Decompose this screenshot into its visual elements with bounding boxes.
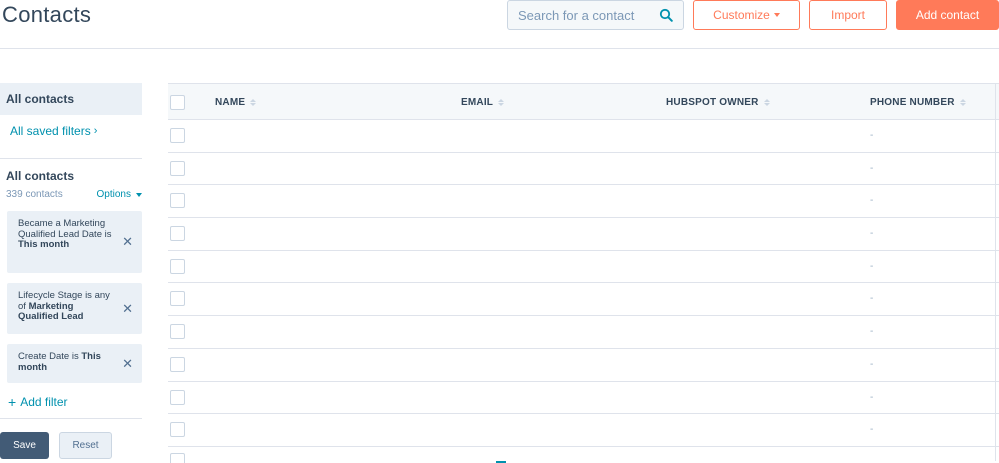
- cell-phone: -: [870, 293, 874, 305]
- row-checkbox[interactable]: [170, 128, 185, 143]
- sidebar-divider: [0, 418, 142, 419]
- add-filter-button[interactable]: + Add filter: [8, 394, 68, 410]
- close-icon[interactable]: ✕: [122, 302, 133, 314]
- chevron-right-icon: ›: [93, 125, 98, 137]
- customize-button[interactable]: Customize: [693, 0, 800, 30]
- sidebar-divider: [0, 158, 142, 159]
- customize-label: Customize: [713, 8, 770, 22]
- cell-phone: -: [870, 195, 874, 207]
- filter-sidebar: All contacts All saved filters › All con…: [0, 83, 142, 200]
- caret-down-icon: [773, 13, 780, 17]
- row-checkbox[interactable]: [170, 422, 185, 438]
- contact-count: 339 contacts: [6, 189, 63, 200]
- sort-icon: [763, 99, 770, 106]
- reset-button[interactable]: Reset: [59, 432, 112, 459]
- column-label: NAME: [215, 97, 246, 108]
- save-button[interactable]: Save: [0, 432, 49, 459]
- caret-down-icon: [136, 192, 142, 197]
- row-checkbox[interactable]: [170, 226, 185, 242]
- row-checkbox[interactable]: [170, 258, 185, 274]
- search-input[interactable]: [518, 7, 648, 23]
- options-dropdown[interactable]: Options: [97, 189, 142, 200]
- add-contact-button[interactable]: Add contact: [896, 0, 999, 30]
- saved-filters-label: All saved filters: [10, 124, 91, 138]
- filter-text: Create Date is: [18, 351, 82, 362]
- column-divider: [995, 83, 996, 461]
- filter-text: Became a Marketing Qualified Lead Date i…: [18, 218, 112, 240]
- filter-value: This month: [18, 239, 70, 250]
- search-box[interactable]: [507, 0, 684, 30]
- table-row[interactable]: -: [168, 153, 999, 186]
- options-label: Options: [96, 189, 131, 200]
- select-all-checkbox[interactable]: [170, 95, 185, 110]
- row-checkbox[interactable]: [170, 291, 185, 307]
- column-header-email[interactable]: EMAIL: [461, 97, 505, 108]
- sort-icon: [498, 99, 505, 106]
- column-header-name[interactable]: NAME: [215, 97, 257, 108]
- table-row[interactable]: -: [168, 316, 999, 349]
- filter-card[interactable]: Became a Marketing Qualified Lead Date i…: [7, 211, 142, 273]
- table-row[interactable]: -: [168, 251, 999, 284]
- add-filter-label: Add filter: [20, 395, 68, 409]
- cell-phone: -: [870, 162, 874, 174]
- column-label: HUBSPOT OWNER: [666, 97, 759, 108]
- table-row[interactable]: -: [168, 349, 999, 382]
- table-row[interactable]: -: [168, 218, 999, 251]
- cell-phone: -: [870, 424, 874, 436]
- sort-icon: [250, 99, 257, 106]
- row-checkbox[interactable]: [170, 356, 185, 372]
- row-checkbox[interactable]: [170, 324, 185, 340]
- table-header: NAME EMAIL HUBSPOT OWNER PHONE NUMBER: [168, 83, 999, 120]
- column-header-owner[interactable]: HUBSPOT OWNER: [666, 97, 770, 108]
- header-divider: [0, 48, 999, 49]
- filter-value: Marketing Qualified Lead: [18, 300, 84, 322]
- close-icon[interactable]: ✕: [122, 357, 133, 369]
- page-title: Contacts: [2, 2, 92, 27]
- filter-card[interactable]: Create Date is This month ✕: [7, 344, 142, 383]
- table-row[interactable]: -: [168, 414, 999, 447]
- column-header-phone[interactable]: PHONE NUMBER: [870, 97, 966, 108]
- table-row[interactable]: -: [168, 283, 999, 317]
- view-title: All contacts: [6, 169, 75, 183]
- row-checkbox[interactable]: [170, 389, 185, 405]
- plus-icon: +: [8, 394, 17, 410]
- close-icon[interactable]: ✕: [122, 235, 133, 247]
- cell-phone: -: [870, 391, 874, 403]
- sort-icon: [959, 99, 966, 106]
- table-row[interactable]: -: [168, 185, 999, 219]
- all-saved-filters-link[interactable]: All saved filters ›: [0, 124, 142, 138]
- cell-phone: -: [870, 228, 874, 240]
- search-icon[interactable]: [659, 8, 673, 22]
- all-contacts-tab[interactable]: All contacts: [0, 83, 142, 115]
- cell-phone: -: [870, 358, 874, 370]
- cell-phone: -: [870, 260, 874, 272]
- table-row[interactable]: [168, 447, 999, 463]
- table-body: - - - - - - - - - -: [168, 120, 999, 447]
- import-button[interactable]: Import: [809, 0, 887, 30]
- row-checkbox[interactable]: [170, 193, 185, 209]
- row-checkbox[interactable]: [170, 452, 185, 463]
- column-label: EMAIL: [461, 97, 494, 108]
- contacts-table: NAME EMAIL HUBSPOT OWNER PHONE NUMBER --…: [168, 83, 999, 463]
- filter-card[interactable]: Lifecycle Stage is any of Marketing Qual…: [7, 283, 142, 334]
- cell-phone: -: [870, 130, 874, 141]
- column-label: PHONE NUMBER: [870, 97, 955, 108]
- table-row[interactable]: -: [168, 120, 999, 153]
- cell-phone: -: [870, 326, 874, 338]
- table-row[interactable]: -: [168, 382, 999, 415]
- view-meta: 339 contacts Options: [0, 189, 142, 200]
- row-checkbox[interactable]: [170, 160, 185, 176]
